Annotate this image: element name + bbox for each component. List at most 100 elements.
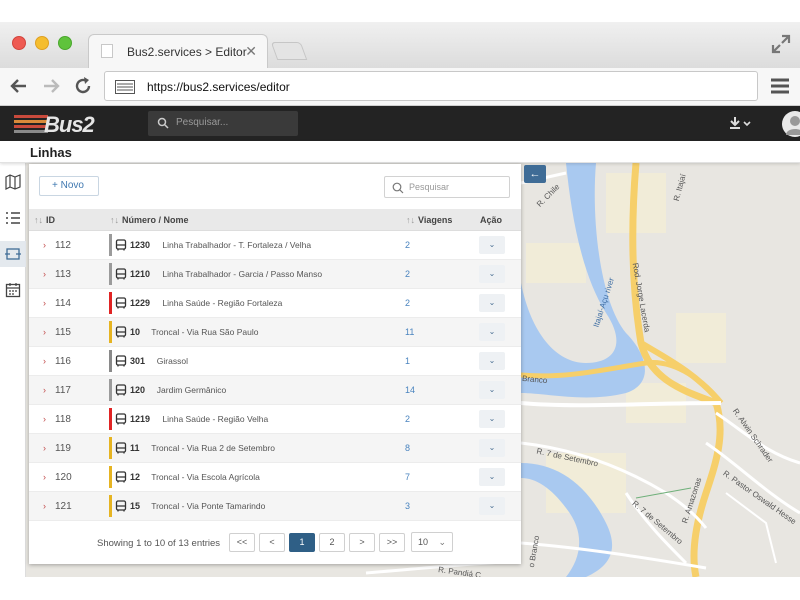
rail-lines-item[interactable] <box>0 241 26 267</box>
row-action-dropdown[interactable]: ⌄ <box>479 497 505 515</box>
page-prev-button[interactable]: < <box>259 533 285 552</box>
expand-row-icon[interactable]: › <box>43 472 46 482</box>
side-rail <box>0 163 26 577</box>
table-row[interactable]: › 120 12 Troncal - Via Escola Agrícola 7 ⌄ <box>29 463 521 492</box>
table-row[interactable]: › 121 15 Troncal - Via Ponte Tamarindo 3 ⌄ <box>29 492 521 521</box>
trips-count-link[interactable]: 7 <box>405 472 410 482</box>
window-close-button[interactable] <box>12 36 26 50</box>
new-line-button[interactable]: + Novo <box>39 176 99 196</box>
rail-list-item[interactable] <box>0 205 26 231</box>
line-color-indicator <box>109 408 112 430</box>
row-action-dropdown[interactable]: ⌄ <box>479 381 505 399</box>
trips-count-link[interactable]: 14 <box>405 385 415 395</box>
line-number: 11 <box>130 443 140 453</box>
row-action-dropdown[interactable]: ⌄ <box>479 468 505 486</box>
line-color-indicator <box>109 321 112 343</box>
trips-count-link[interactable]: 3 <box>405 501 410 511</box>
row-id: 114 <box>55 298 71 309</box>
back-icon[interactable] <box>8 75 30 97</box>
window-maximize-button[interactable] <box>58 36 72 50</box>
sort-icon[interactable]: ↑↓ <box>406 215 415 225</box>
line-name: Linha Saúde - Região Velha <box>162 414 269 424</box>
tab-title: Bus2.services > Editor <box>127 45 247 59</box>
trips-count-link[interactable]: 11 <box>405 327 414 337</box>
expand-row-icon[interactable]: › <box>43 327 46 337</box>
row-action-dropdown[interactable]: ⌄ <box>479 439 505 457</box>
page-first-button[interactable]: << <box>229 533 255 552</box>
table-row[interactable]: › 117 120 Jardim Germânico 14 ⌄ <box>29 376 521 405</box>
line-name: Girassol <box>156 356 188 366</box>
row-action-dropdown[interactable]: ⌄ <box>479 410 505 428</box>
page-last-button[interactable]: >> <box>379 533 405 552</box>
row-id: 112 <box>55 240 71 251</box>
table-row[interactable]: › 114 1229 Linha Saúde - Região Fortaleza 2 ⌄ <box>29 289 521 318</box>
search-icon <box>392 182 404 194</box>
sort-icon[interactable]: ↑↓ <box>34 215 43 225</box>
panel-search-input[interactable]: Pesquisar <box>384 176 510 198</box>
collapse-panel-button[interactable]: ← <box>524 165 546 183</box>
reload-icon[interactable] <box>72 75 94 97</box>
line-color-indicator <box>109 350 112 372</box>
browser-menu-icon[interactable] <box>770 77 790 95</box>
column-trips-label: Viagens <box>418 215 453 225</box>
table-row[interactable]: › 115 10 Troncal - Via Rua São Paulo 11 ⌄ <box>29 318 521 347</box>
page-1-button[interactable]: 1 <box>289 533 315 552</box>
bus-icon <box>115 384 127 396</box>
rail-calendar-item[interactable] <box>0 277 26 303</box>
trips-count-link[interactable]: 2 <box>405 298 410 308</box>
row-action-dropdown[interactable]: ⌄ <box>479 294 505 312</box>
user-avatar[interactable] <box>782 111 800 137</box>
trips-count-link[interactable]: 8 <box>405 443 410 453</box>
browser-tab[interactable]: Bus2.services > Editor ✕ <box>88 34 268 68</box>
line-number: 301 <box>130 356 146 366</box>
sort-icon[interactable]: ↑↓ <box>110 215 119 225</box>
line-color-indicator <box>109 495 112 517</box>
bus-icon <box>115 500 127 512</box>
expand-row-icon[interactable]: › <box>43 385 46 395</box>
fullscreen-icon[interactable] <box>771 34 791 54</box>
row-action-dropdown[interactable]: ⌄ <box>479 236 505 254</box>
expand-row-icon[interactable]: › <box>43 298 46 308</box>
page-next-button[interactable]: > <box>349 533 375 552</box>
page-2-button[interactable]: 2 <box>319 533 345 552</box>
close-icon[interactable]: ✕ <box>245 43 257 60</box>
trips-count-link[interactable]: 2 <box>405 240 410 250</box>
expand-row-icon[interactable]: › <box>43 240 46 250</box>
app-search-input[interactable]: Pesquisar... <box>148 111 298 136</box>
line-name: Troncal - Via Rua 2 de Setembro <box>151 443 275 453</box>
trips-count-link[interactable]: 1 <box>405 356 410 366</box>
expand-row-icon[interactable]: › <box>43 443 46 453</box>
download-menu-icon[interactable] <box>728 115 754 131</box>
rail-map-item[interactable] <box>0 169 26 195</box>
address-bar[interactable]: https://bus2.services/editor <box>104 71 758 101</box>
column-number-name[interactable]: ↑↓ Número / Nome <box>110 215 189 225</box>
column-id[interactable]: ↑↓ ID <box>34 215 55 225</box>
window-minimize-button[interactable] <box>35 36 49 50</box>
column-trips[interactable]: ↑↓ Viagens <box>406 215 452 225</box>
table-row[interactable]: › 118 1219 Linha Saúde - Região Velha 2 ⌄ <box>29 405 521 434</box>
table-row[interactable]: › 119 11 Troncal - Via Rua 2 de Setembro 8 ⌄ <box>29 434 521 463</box>
page-size-select[interactable]: 10 ⌄ <box>411 532 453 552</box>
url-text[interactable]: https://bus2.services/editor <box>147 80 290 94</box>
row-action-dropdown[interactable]: ⌄ <box>479 323 505 341</box>
forward-icon[interactable] <box>40 75 62 97</box>
new-tab-button[interactable] <box>270 42 308 60</box>
table-row[interactable]: › 112 1230 Linha Trabalhador - T. Fortaleza… <box>29 231 521 260</box>
expand-row-icon[interactable]: › <box>43 501 46 511</box>
bus-icon <box>115 442 127 454</box>
trips-count-link[interactable]: 2 <box>405 269 410 279</box>
page-info-icon[interactable] <box>115 80 135 94</box>
line-name: Troncal - Via Ponte Tamarindo <box>151 501 266 511</box>
table-row[interactable]: › 116 301 Girassol 1 ⌄ <box>29 347 521 376</box>
expand-row-icon[interactable]: › <box>43 356 46 366</box>
trips-count-link[interactable]: 2 <box>405 414 410 424</box>
row-action-dropdown[interactable]: ⌄ <box>479 265 505 283</box>
bus-icon <box>115 326 127 338</box>
expand-row-icon[interactable]: › <box>43 414 46 424</box>
expand-row-icon[interactable]: › <box>43 269 46 279</box>
column-action: Ação <box>480 215 503 225</box>
table-row[interactable]: › 113 1210 Linha Trabalhador - Garcia / Pas… <box>29 260 521 289</box>
line-number: 1230 <box>130 240 151 250</box>
bus2-logo[interactable]: Bus2 <box>14 112 98 137</box>
row-action-dropdown[interactable]: ⌄ <box>479 352 505 370</box>
